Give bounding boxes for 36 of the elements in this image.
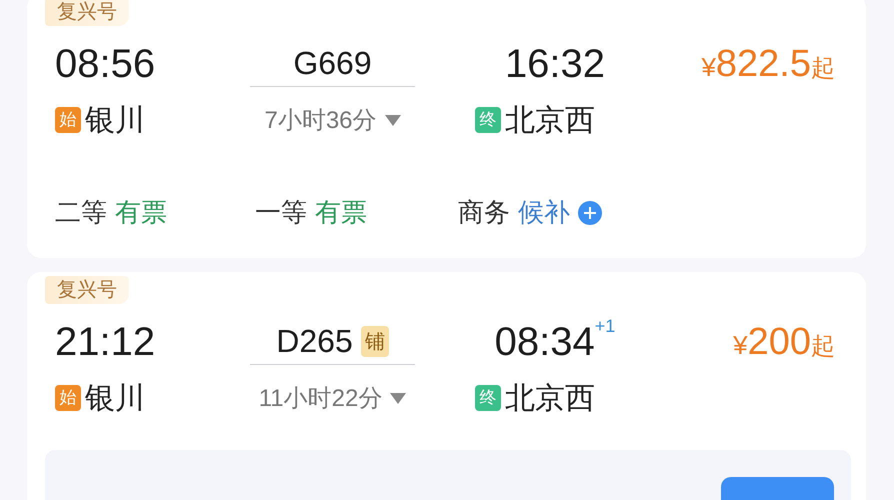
train-number: G669 bbox=[293, 45, 372, 82]
dropdown-icon[interactable] bbox=[384, 114, 401, 126]
arrival-time: 08:34 bbox=[494, 320, 595, 364]
train-type-badge: 复兴号 bbox=[45, 276, 129, 304]
destination-station: 北京西 bbox=[505, 102, 595, 138]
seat-class: 商务 bbox=[458, 196, 510, 229]
currency-symbol: ¥ bbox=[701, 52, 716, 82]
terminal-badge: 终 bbox=[475, 107, 501, 133]
currency-symbol: ¥ bbox=[733, 330, 748, 360]
departure-time: 21:12 bbox=[55, 320, 156, 364]
price: 822.5 bbox=[716, 42, 811, 86]
plus-icon[interactable] bbox=[578, 200, 602, 224]
departure-time: 08:56 bbox=[55, 42, 156, 86]
origin-station: 银川 bbox=[85, 102, 145, 138]
seat-class: 一等 bbox=[255, 196, 307, 229]
destination-station: 北京西 bbox=[505, 380, 595, 416]
price-suffix: 起 bbox=[811, 332, 835, 362]
price: 200 bbox=[748, 320, 811, 364]
duration: 11小时22分 bbox=[258, 384, 382, 414]
duration: 7小时36分 bbox=[264, 106, 377, 136]
price-suffix: 起 bbox=[811, 54, 835, 84]
ticket-status: 有票 bbox=[115, 196, 167, 229]
dropdown-icon[interactable] bbox=[390, 392, 406, 404]
train-card[interactable]: 复兴号 08:56 G669 16:32 ¥822.5起 始 银川 7小时36分 终 北京西 二等 有票 一等 有票 商务 候补 bbox=[27, 0, 866, 258]
arrival-time: 16:32 bbox=[504, 42, 606, 86]
berth-badge: 铺 bbox=[360, 326, 389, 357]
train-number: D265 bbox=[276, 323, 353, 360]
ticket-status: 候补 bbox=[518, 196, 570, 229]
terminal-badge: 终 bbox=[475, 385, 501, 411]
origin-badge: 始 bbox=[55, 385, 81, 411]
seat-class: 二等 bbox=[55, 196, 107, 229]
train-type-badge: 复兴号 bbox=[45, 0, 129, 26]
day-offset: +1 bbox=[594, 316, 616, 337]
ticket-status: 有票 bbox=[315, 196, 367, 229]
origin-badge: 始 bbox=[55, 107, 81, 133]
origin-station: 银川 bbox=[85, 380, 145, 416]
